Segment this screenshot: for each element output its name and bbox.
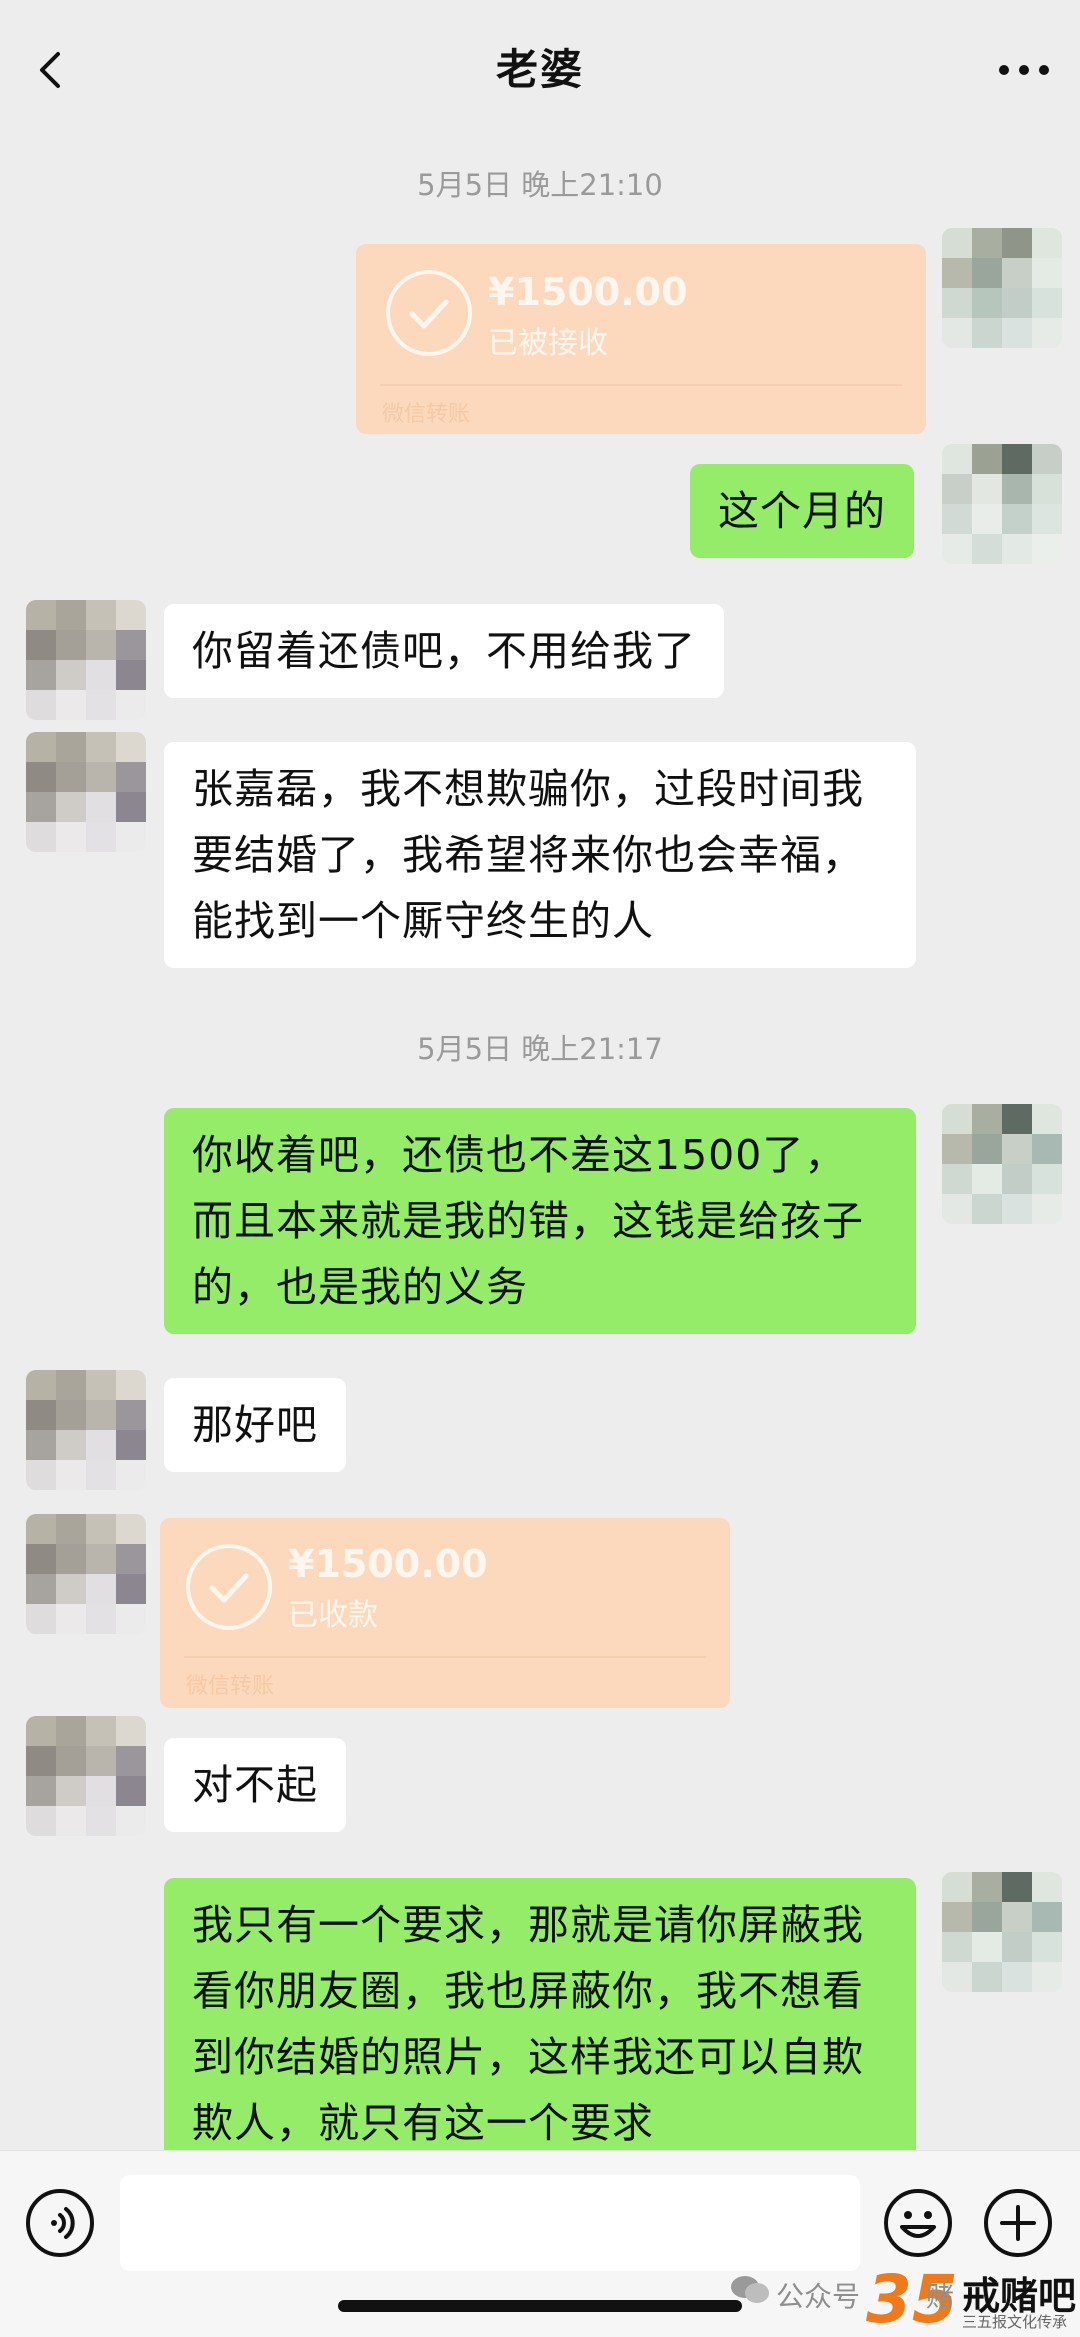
transfer-divider: [184, 1656, 706, 1658]
home-indicator[interactable]: [338, 2300, 742, 2312]
avatar-contact[interactable]: [26, 1370, 146, 1490]
transfer-brand: 微信转账: [382, 402, 471, 427]
avatar-self[interactable]: [942, 228, 1062, 348]
chat-header: 老婆: [0, 0, 1080, 132]
message-bubble-sent[interactable]: 这个月的: [690, 464, 914, 558]
watermark-channel-suffix: 赌: [926, 2280, 955, 2313]
message-bubble-sent[interactable]: 你收着吧，还债也不差这1500了，而且本来就是我的错，这钱是给孩子的，也是我的义…: [164, 1108, 916, 1334]
timestamp: 5月5日 晚上21:17: [417, 1032, 663, 1066]
message-bubble-sent[interactable]: 我只有一个要求，那就是请你屏蔽我看你朋友圈，我也屏蔽你，我不想看到你结婚的照片，…: [164, 1878, 916, 2150]
message-bubble-received[interactable]: 对不起: [164, 1738, 346, 1832]
avatar-self[interactable]: [942, 1104, 1062, 1224]
check-circle-icon: [386, 270, 472, 356]
chat-title: 老婆: [495, 44, 584, 94]
watermark-tagline: 三五报文化传承: [962, 2313, 1068, 2331]
more-dots-icon[interactable]: [996, 62, 1052, 78]
transfer-card-sent[interactable]: ¥1500.00 已被接收 微信转账: [356, 244, 926, 434]
transfer-amount: ¥1500.00: [488, 270, 688, 314]
check-circle-icon: [186, 1544, 272, 1630]
avatar-contact[interactable]: [26, 732, 146, 852]
transfer-status: 已被接收: [488, 326, 608, 361]
avatar-contact[interactable]: [26, 1716, 146, 1836]
message-bubble-received[interactable]: 张嘉磊，我不想欺骗你，过段时间我要结婚了，我希望将来你也会幸福，能找到一个厮守终…: [164, 742, 916, 968]
transfer-amount: ¥1500.00: [288, 1542, 488, 1586]
watermark: 公众号 35 赌 戒赌吧 三五报文化传承: [730, 2255, 1080, 2337]
avatar-contact[interactable]: [26, 1514, 146, 1634]
transfer-divider: [380, 384, 902, 386]
avatar-self[interactable]: [942, 1872, 1062, 1992]
emoji-icon[interactable]: [882, 2187, 954, 2259]
voice-icon[interactable]: [24, 2187, 96, 2259]
chevron-left-icon[interactable]: [30, 48, 74, 92]
transfer-brand: 微信转账: [186, 1674, 275, 1699]
watermark-channel: 公众号: [776, 2280, 861, 2313]
message-bubble-received[interactable]: 那好吧: [164, 1378, 346, 1472]
timestamp: 5月5日 晚上21:10: [417, 168, 663, 202]
avatar-self[interactable]: [942, 444, 1062, 564]
avatar-contact[interactable]: [26, 600, 146, 720]
plus-icon[interactable]: [982, 2187, 1054, 2259]
transfer-card-received[interactable]: ¥1500.00 已收款 微信转账: [160, 1518, 730, 1708]
message-bubble-received[interactable]: 你留着还债吧，不用给我了: [164, 604, 724, 698]
transfer-status: 已收款: [288, 1598, 378, 1633]
